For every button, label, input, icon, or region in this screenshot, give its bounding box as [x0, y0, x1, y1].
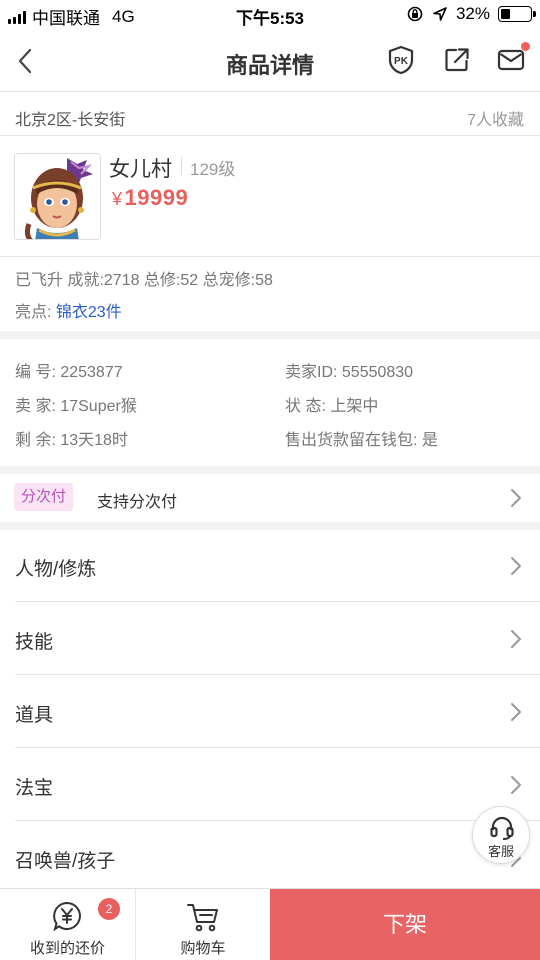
time-remaining: 剩 余: 13天18时 [15, 432, 128, 449]
highlight-label: 亮点: [15, 304, 56, 321]
role-highlight: 亮点: 锦衣23件 [15, 298, 122, 322]
offers-label: 收到的还价 [29, 940, 105, 957]
nav-bar: 商品详情 PK [0, 30, 540, 92]
location-row: 北京2区-长安街 7人收藏 [0, 92, 540, 136]
serial-number: 编 号: 2253877 [15, 364, 123, 381]
listing-state: 状 态: 上架中 [285, 398, 379, 415]
menu-item-label: 技能 [15, 632, 54, 653]
location-arrow-icon [433, 7, 447, 21]
role-avatar [14, 153, 101, 240]
status-right: 32% [406, 4, 536, 24]
delist-button[interactable]: 下架 [270, 889, 540, 960]
seller-id: 卖家ID: 55550830 [285, 364, 414, 381]
customer-service-button[interactable]: 客服 [472, 806, 530, 864]
received-offers-button[interactable]: 2 收到的还价 [0, 889, 135, 960]
yuan-chat-icon [53, 901, 81, 932]
divider [15, 747, 540, 748]
menu-item-label: 法宝 [15, 778, 54, 799]
chevron-right-icon [511, 557, 521, 575]
battery-percent: 32% [455, 4, 490, 23]
share-button[interactable] [442, 45, 472, 75]
headset-icon [490, 816, 514, 840]
divider [15, 601, 540, 602]
menu-item-label: 人物/修炼 [15, 559, 97, 580]
role-name: 女儿村 [109, 158, 172, 181]
wallet-setting: 售出货款留在钱包: 是 [285, 432, 438, 449]
chevron-right-icon [511, 630, 521, 648]
menu-item-treasures[interactable]: 法宝 [0, 749, 540, 821]
installment-text: 支持分次付 [97, 494, 178, 511]
seller-name: 卖 家: 17Super猴 [15, 398, 137, 415]
chevron-right-icon [511, 703, 521, 721]
customer-service-label: 客服 [487, 844, 514, 859]
character-portrait-image [15, 154, 100, 239]
back-button[interactable] [10, 44, 40, 78]
offers-badge: 2 [98, 898, 120, 920]
cart-icon [187, 904, 218, 932]
status-bar: 中国联通 4G 下午5:53 32% [0, 0, 540, 30]
mail-icon [497, 49, 525, 71]
chevron-right-icon [511, 489, 521, 507]
currency-symbol: ¥ [112, 189, 123, 209]
menu-item-items[interactable]: 道具 [0, 676, 540, 748]
trade-info: 编 号: 2253877 卖家ID: 55550830 卖 家: 17Super… [0, 346, 540, 464]
pk-icon-text: PK [394, 56, 409, 67]
installment-badge: 分次付 [14, 483, 74, 511]
cart-label: 购物车 [180, 940, 226, 957]
menu-item-character[interactable]: 人物/修炼 [0, 530, 540, 602]
pk-button[interactable]: PK [386, 45, 416, 75]
bottom-bar: 2 收到的还价 购物车 下架 [0, 888, 540, 960]
role-separator [181, 157, 182, 175]
battery-icon [498, 6, 536, 22]
divider [15, 820, 540, 821]
menu-item-pets[interactable]: 召唤兽/孩子 [0, 822, 540, 894]
message-dot [521, 42, 530, 51]
highlight-link[interactable]: 锦衣23件 [56, 304, 122, 321]
section-gap [0, 331, 540, 339]
role-price: ¥19999 [112, 185, 188, 211]
cart-button[interactable]: 购物车 [136, 889, 270, 960]
price-value: 19999 [124, 185, 189, 210]
message-button[interactable] [496, 42, 530, 75]
pk-shield-icon: PK [388, 45, 414, 75]
favorite-count: 7人收藏 [467, 112, 524, 129]
orientation-lock-icon [407, 6, 423, 22]
chevron-right-icon [511, 776, 521, 794]
role-level: 129级 [190, 160, 236, 179]
menu-item-label: 道具 [15, 705, 54, 726]
role-stats: 已飞升 成就:2718 总修:52 总宠修:58 [15, 272, 273, 289]
back-arrow-icon [18, 48, 32, 74]
share-icon [445, 48, 469, 72]
section-gap [0, 466, 540, 474]
menu-item-skills[interactable]: 技能 [0, 603, 540, 675]
menu-item-label: 召唤兽/孩子 [15, 851, 116, 872]
role-card[interactable]: 女儿村 129级 ¥19999 [0, 137, 540, 257]
divider [15, 674, 540, 675]
installment-row[interactable]: 分次付 支持分次付 [0, 474, 540, 522]
section-gap [0, 522, 540, 530]
server-location: 北京2区-长安街 [15, 112, 126, 129]
